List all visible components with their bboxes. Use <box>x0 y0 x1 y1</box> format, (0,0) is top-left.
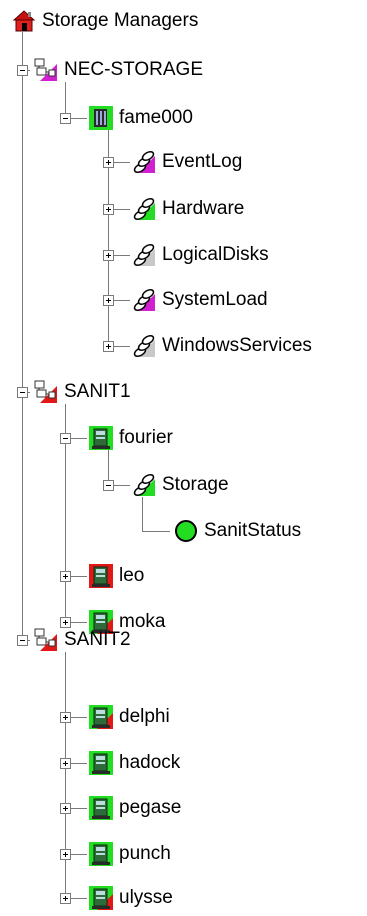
collapse-toggle[interactable] <box>17 65 28 76</box>
collapse-toggle[interactable] <box>103 480 114 491</box>
network-manager-icon <box>34 58 58 82</box>
disk-stack-icon <box>132 243 156 267</box>
network-manager-icon <box>34 628 58 652</box>
tree-node-fourier[interactable]: fourier <box>89 423 173 453</box>
tree-node-label: Storage Managers <box>42 10 199 31</box>
expand-toggle[interactable] <box>103 157 114 168</box>
expand-toggle[interactable] <box>103 295 114 306</box>
server-icon <box>89 705 113 729</box>
tree-node-pegase[interactable]: pegase <box>89 793 181 823</box>
expand-toggle[interactable] <box>60 803 71 814</box>
server-icon <box>89 796 113 820</box>
disk-stack-icon <box>132 288 156 312</box>
tree-connector <box>65 652 66 900</box>
tree-node-fame000[interactable]: fame000 <box>89 103 193 133</box>
collapse-toggle[interactable] <box>17 387 28 398</box>
tree-node-label: pegase <box>119 797 182 818</box>
tree-node-label: leo <box>119 565 145 586</box>
tree-node-label: LogicalDisks <box>162 244 269 265</box>
tree-connector <box>142 531 170 532</box>
disk-stack-icon <box>132 150 156 174</box>
tree-node-leo[interactable]: leo <box>89 561 144 591</box>
tree-node-label: WindowsServices <box>162 335 312 356</box>
disk-stack-icon <box>132 334 156 358</box>
server-icon <box>89 842 113 866</box>
tree-node-logicaldisks[interactable]: LogicalDisks <box>132 240 269 270</box>
tree-node-label: hadock <box>119 752 181 773</box>
home-icon <box>12 9 36 33</box>
tree-node-label: SanitStatus <box>204 520 302 541</box>
tree-node-systemload[interactable]: SystemLoad <box>132 285 268 315</box>
tree-connector <box>22 32 23 640</box>
status-circle-icon <box>174 519 198 543</box>
tree-node-label: delphi <box>119 706 170 727</box>
disk-stack-icon <box>132 473 156 497</box>
tree-node-label: EventLog <box>162 151 243 172</box>
tree-node-label: SANIT1 <box>64 381 131 402</box>
collapse-toggle[interactable] <box>17 635 28 646</box>
tree-node-label: Storage <box>162 474 229 495</box>
tree-node-label: punch <box>119 843 171 864</box>
tree-connector <box>142 497 143 531</box>
tree-node-ulysse[interactable]: ulysse <box>89 883 173 913</box>
expand-toggle[interactable] <box>103 341 114 352</box>
expand-toggle[interactable] <box>60 712 71 723</box>
tree-root-storage-managers[interactable]: Storage Managers <box>12 6 198 36</box>
tree-node-nec-storage[interactable]: NEC-STORAGE <box>34 55 203 85</box>
tree-node-sanit1[interactable]: SANIT1 <box>34 377 131 407</box>
tree-node-label: SANIT2 <box>64 629 131 650</box>
tree-node-punch[interactable]: punch <box>89 839 171 869</box>
tree-node-sanitstatus[interactable]: SanitStatus <box>174 516 301 546</box>
server-icon <box>89 564 113 588</box>
server-icon <box>89 751 113 775</box>
storage-device-icon <box>89 106 113 130</box>
disk-stack-icon <box>132 197 156 221</box>
tree-node-hadock[interactable]: hadock <box>89 748 180 778</box>
expand-toggle[interactable] <box>103 204 114 215</box>
expand-toggle[interactable] <box>60 849 71 860</box>
network-manager-icon <box>34 380 58 404</box>
storage-tree: Storage Managers NEC-STORAGE fame000 Eve… <box>0 0 367 912</box>
tree-node-storage[interactable]: Storage <box>132 470 229 500</box>
tree-node-eventlog[interactable]: EventLog <box>132 147 242 177</box>
tree-node-label: ulysse <box>119 887 173 908</box>
collapse-toggle[interactable] <box>60 433 71 444</box>
tree-node-sanit2[interactable]: SANIT2 <box>34 625 131 655</box>
expand-toggle[interactable] <box>103 250 114 261</box>
tree-node-label: fame000 <box>119 107 193 128</box>
expand-toggle[interactable] <box>60 758 71 769</box>
tree-node-label: Hardware <box>162 198 245 219</box>
tree-node-label: NEC-STORAGE <box>64 59 204 80</box>
tree-node-label: SystemLoad <box>162 289 268 310</box>
server-icon <box>89 426 113 450</box>
expand-toggle[interactable] <box>60 571 71 582</box>
collapse-toggle[interactable] <box>60 113 71 124</box>
server-icon <box>89 886 113 910</box>
tree-node-windowsservices[interactable]: WindowsServices <box>132 331 312 361</box>
tree-node-delphi[interactable]: delphi <box>89 702 170 732</box>
tree-node-hardware[interactable]: Hardware <box>132 194 244 224</box>
expand-toggle[interactable] <box>60 893 71 904</box>
tree-node-label: fourier <box>119 427 173 448</box>
